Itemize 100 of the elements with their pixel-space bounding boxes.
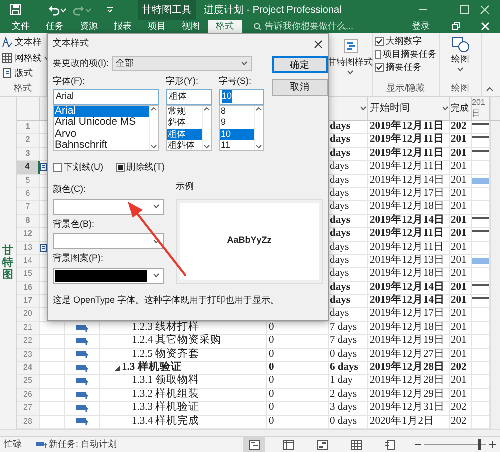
input-field[interactable]: 10 (219, 88, 264, 104)
cancel-button[interactable]: 取消 (272, 79, 328, 96)
scrollbar[interactable] (254, 106, 263, 150)
color-dropdown[interactable] (53, 233, 164, 249)
row-number[interactable]: 14 (17, 254, 40, 268)
task-name: 1.2.5 物资齐套 (132, 348, 200, 361)
ribbon-tab[interactable]: 资源 (72, 20, 106, 33)
row-number[interactable]: 22 (17, 335, 40, 348)
row-number[interactable]: 12 (17, 228, 40, 241)
row-number[interactable]: 5 (17, 174, 40, 187)
checkbox[interactable] (375, 37, 384, 46)
scroll-up-icon[interactable] (151, 106, 157, 110)
task-name: 1.3 样机验证 (122, 362, 182, 374)
ribbon-button[interactable]: 网格线 (15, 52, 42, 65)
view-button[interactable] (243, 437, 265, 452)
ribbon-tab[interactable]: 任务 (38, 20, 72, 33)
gantt-style-button[interactable]: 甘特图样式 (328, 56, 373, 70)
table-cell: 2019年12月19日 (370, 335, 445, 348)
checkbox[interactable] (375, 50, 381, 59)
save-icon[interactable] (10, 4, 22, 16)
row-number[interactable]: 17 (17, 295, 40, 308)
table-cell: 3 days (330, 402, 358, 415)
drawing-button[interactable]: 绘图 (452, 53, 470, 66)
gantt-style-icon[interactable] (344, 39, 358, 53)
scroll-up-icon[interactable] (256, 106, 262, 110)
ok-button[interactable]: 确定 (272, 56, 328, 73)
field-label: 字号(S): (219, 75, 252, 88)
row-number[interactable]: 25 (17, 375, 40, 388)
undo-icon[interactable] (48, 4, 60, 16)
row-number[interactable]: 2 (17, 134, 40, 147)
dropdown[interactable]: 全部 (112, 56, 252, 71)
ribbon-tab[interactable]: 视图 (174, 20, 208, 33)
input-field[interactable]: Arial (53, 88, 159, 104)
list-option[interactable]: 常规 (167, 106, 202, 117)
checkbox[interactable] (375, 63, 384, 72)
list-option[interactable]: 10 (220, 128, 254, 140)
checkbox[interactable] (116, 162, 124, 172)
ribbon-tab[interactable]: 格式 (208, 20, 242, 33)
scroll-down-icon[interactable] (204, 144, 210, 148)
close-icon[interactable] (314, 40, 323, 48)
list-option[interactable]: 11 (220, 140, 254, 152)
ribbon-button[interactable]: 版式 (15, 67, 33, 80)
list-option[interactable]: Arial Unicode MS (54, 117, 149, 128)
list-option[interactable]: Arial (54, 106, 149, 117)
input-field[interactable]: 粗体 (166, 88, 212, 104)
ribbon-button[interactable]: 文本样 (15, 36, 42, 50)
row-number[interactable]: 20 (17, 308, 40, 321)
horizontal-scrollbar[interactable] (0, 429, 500, 436)
row-number[interactable]: 16 (17, 282, 40, 294)
scroll-down-icon[interactable] (151, 144, 157, 148)
scroll-down-icon[interactable] (256, 144, 262, 148)
shapes-icon[interactable] (452, 37, 470, 53)
zoom-in-icon[interactable] (489, 441, 496, 448)
zoom-out-icon[interactable] (415, 442, 421, 448)
maximize-icon[interactable] (460, 5, 470, 15)
task-mode-text[interactable]: 新任务: 自动计划 (49, 438, 118, 452)
row-number[interactable]: 3 (17, 148, 40, 160)
list-option[interactable]: 9 (220, 117, 254, 128)
scroll-up-icon[interactable] (204, 106, 210, 110)
note-icon (40, 163, 47, 172)
row-number[interactable]: 28 (17, 416, 40, 428)
scrollbar[interactable] (149, 106, 158, 150)
row-number[interactable]: 15 (17, 268, 40, 281)
collapse-triangle-icon[interactable] (115, 366, 120, 371)
slider-thumb[interactable] (478, 439, 481, 450)
collapse-ribbon-icon[interactable] (486, 86, 494, 92)
row-number[interactable]: 8 (17, 214, 40, 228)
group-label: 显示/隐藏 (386, 82, 426, 94)
row-number[interactable]: 4 (17, 161, 40, 174)
checkbox[interactable] (53, 162, 62, 172)
table-cell: days (330, 254, 350, 268)
sign-in-link[interactable]: 登录 (412, 20, 430, 33)
row-number[interactable]: 1 (17, 121, 40, 134)
list-option[interactable]: 斜体 (167, 117, 202, 128)
restore-icon[interactable] (452, 22, 461, 31)
row-number[interactable]: 6 (17, 188, 40, 200)
row-number[interactable]: 26 (17, 388, 40, 402)
list-option[interactable]: 粗斜体 (167, 140, 202, 152)
list-option[interactable]: 粗体 (167, 128, 202, 140)
row-number[interactable]: 13 (17, 242, 40, 254)
ribbon-tab[interactable]: 报表 (106, 20, 140, 33)
ribbon-tab[interactable]: 文件 (0, 20, 38, 33)
row-number[interactable]: 7 (17, 201, 40, 214)
row-number[interactable]: 21 (17, 322, 40, 334)
list-option[interactable]: Bahnschrift (54, 140, 149, 152)
list-option[interactable]: Arvo (54, 128, 149, 140)
row-number[interactable]: 24 (17, 362, 40, 374)
row-number[interactable]: 27 (17, 402, 40, 415)
list-option[interactable]: 8 (220, 106, 254, 117)
summary-bar (472, 230, 489, 232)
table-cell: 202 (451, 416, 467, 428)
row-number[interactable]: 23 (17, 348, 40, 362)
color-dropdown[interactable] (53, 268, 164, 284)
scrollbar[interactable] (202, 106, 211, 150)
tell-me-search-field[interactable]: 告诉我你想要做什么... (265, 20, 354, 33)
customize-icon[interactable] (106, 6, 114, 14)
ribbon-tab[interactable]: 项目 (140, 20, 174, 33)
color-dropdown[interactable] (53, 198, 164, 214)
field-label: 字形(Y): (166, 75, 200, 88)
vertical-scrollbar[interactable] (490, 121, 500, 429)
